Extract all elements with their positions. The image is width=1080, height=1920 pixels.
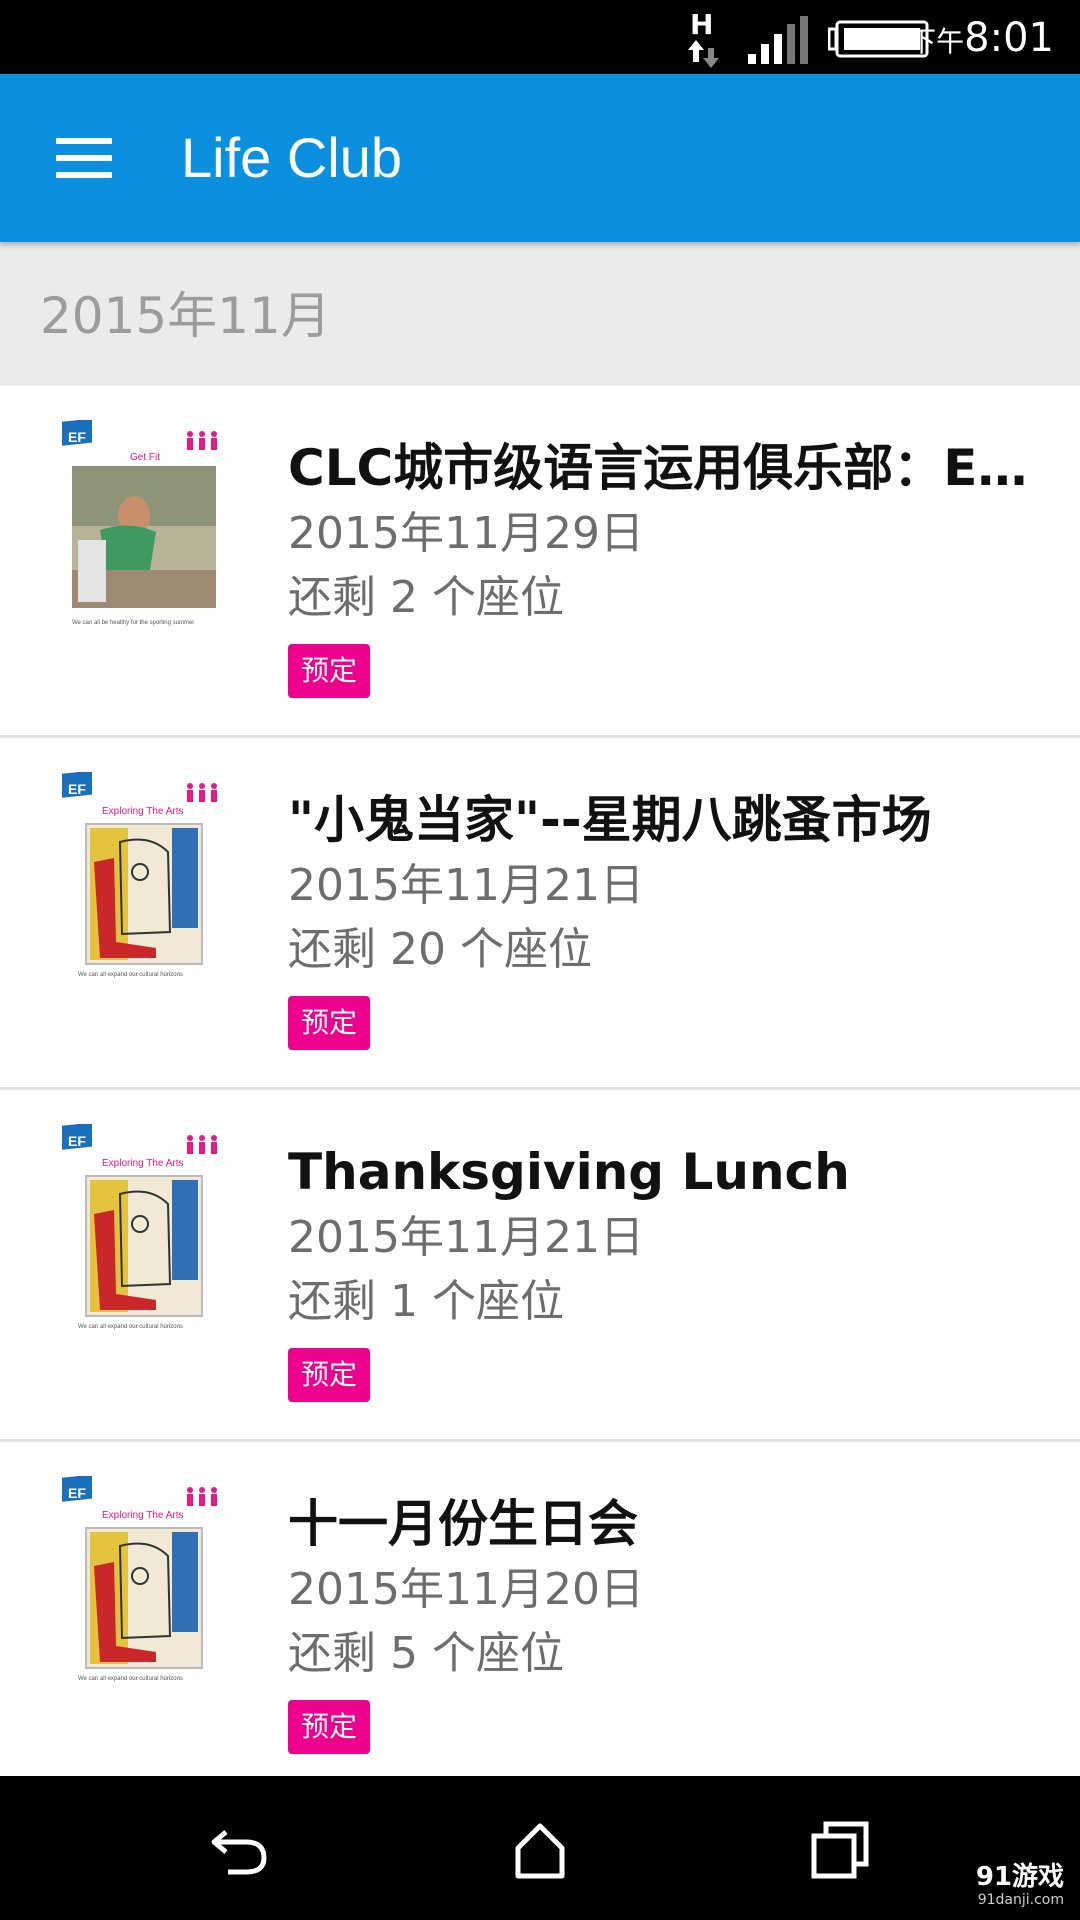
poster-footer: We can all expand our cultural horizons: [78, 972, 183, 978]
hamburger-menu-icon[interactable]: [48, 128, 120, 188]
event-title: "小鬼当家"--星期八跳蚤市场: [288, 791, 932, 849]
event-list-item[interactable]: EF Exploring The Arts We can all expand …: [0, 1090, 1080, 1442]
event-list-item[interactable]: EF Exploring The Arts We can all expand …: [0, 1442, 1080, 1794]
poster-people-logo: [187, 783, 217, 802]
status-bar: H 下午8:01: [0, 0, 1080, 74]
poster-caption: Exploring The Arts: [102, 1510, 184, 1521]
month-label: 2015年11月: [40, 287, 331, 345]
poster-caption: Exploring The Arts: [102, 806, 184, 817]
event-seats-remaining: 还剩 2 个座位: [288, 572, 564, 623]
watermark-logo: 91游戏: [975, 1862, 1064, 1892]
recents-icon[interactable]: [808, 1818, 872, 1882]
poster-footer: We can all expand our cultural horizons: [78, 1324, 183, 1330]
home-icon[interactable]: [508, 1818, 572, 1882]
network-type-label: H: [690, 8, 713, 41]
event-poster-image: EF Get Fit We can all be healthy for the…: [60, 420, 228, 630]
event-list-item[interactable]: EF Get Fit We can all be healthy for the…: [0, 386, 1080, 738]
event-poster-image: EF Exploring The Arts We can all expand …: [60, 772, 228, 982]
app-bar: Life Club: [0, 74, 1080, 242]
watermark: 91游戏 91danji.com: [976, 1862, 1064, 1908]
signal-icon: [748, 16, 808, 64]
poster-brand: EF: [68, 429, 86, 445]
event-poster-image: EF Exploring The Arts We can all expand …: [60, 1124, 228, 1334]
event-title: 十一月份生日会: [288, 1495, 638, 1553]
poster-brand: EF: [68, 1133, 86, 1149]
event-list: EF Get Fit We can all be healthy for the…: [0, 386, 1080, 1794]
event-date: 2015年11月29日: [288, 508, 644, 559]
system-nav-bar: 91游戏 91danji.com: [0, 1776, 1080, 1920]
poster-people-logo: [187, 1487, 217, 1506]
poster-footer: We can all be healthy for the sporting s…: [72, 620, 194, 626]
event-poster-image: EF Exploring The Arts We can all expand …: [60, 1476, 228, 1686]
clock-period: 下午: [908, 25, 965, 58]
poster-caption: Get Fit: [130, 452, 160, 463]
event-date: 2015年11月21日: [288, 1212, 644, 1263]
event-title: CLC城市级语言运用俱乐部：EF…: [288, 439, 1048, 497]
network-h-icon: H: [688, 8, 719, 68]
app-title: Life Club: [181, 126, 403, 189]
poster-brand: EF: [68, 1485, 86, 1501]
book-button[interactable]: 预定: [288, 996, 370, 1050]
event-seats-remaining: 还剩 1 个座位: [288, 1276, 564, 1327]
poster-people-logo: [187, 431, 217, 450]
event-seats-remaining: 还剩 5 个座位: [288, 1628, 564, 1679]
watermark-url: 91danji.com: [977, 1892, 1064, 1908]
book-button[interactable]: 预定: [288, 1700, 370, 1754]
month-section-header: 2015年11月: [0, 242, 1080, 386]
poster-caption: Exploring The Arts: [102, 1158, 184, 1169]
event-list-item[interactable]: EF Exploring The Arts We can all expand …: [0, 738, 1080, 1090]
book-button[interactable]: 预定: [288, 1348, 370, 1402]
poster-people-logo: [187, 1135, 217, 1154]
event-seats-remaining: 还剩 20 个座位: [288, 924, 592, 975]
event-date: 2015年11月21日: [288, 860, 644, 911]
clock: 下午8:01: [908, 10, 1054, 70]
poster-brand: EF: [68, 781, 86, 797]
event-title: Thanksgiving Lunch: [288, 1143, 850, 1201]
book-button[interactable]: 预定: [288, 644, 370, 698]
poster-footer: We can all expand our cultural horizons: [78, 1676, 183, 1682]
clock-time: 8:01: [964, 15, 1054, 61]
event-date: 2015年11月20日: [288, 1564, 644, 1615]
back-icon[interactable]: [208, 1818, 272, 1882]
